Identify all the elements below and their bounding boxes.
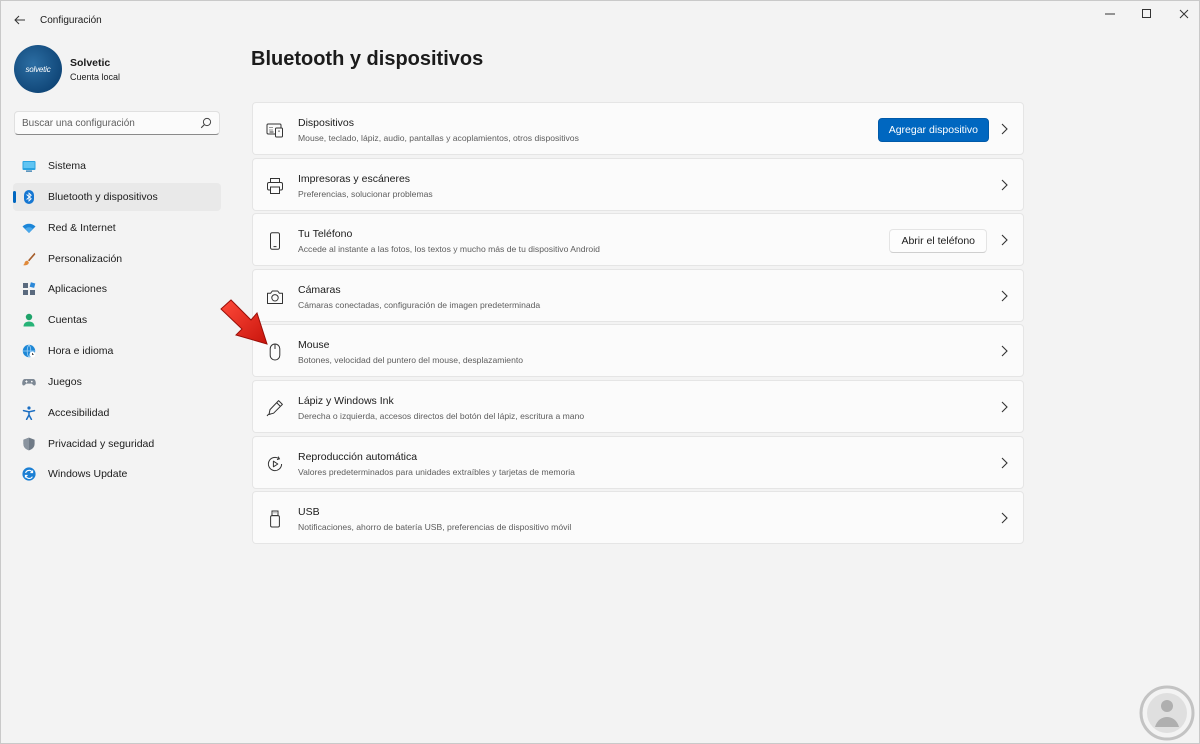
sidebar-item-cuentas[interactable]: Cuentas — [13, 306, 221, 334]
sidebar-item-aplicaciones[interactable]: Aplicaciones — [13, 275, 221, 303]
title-bar: Configuración — [1, 1, 1199, 39]
open-phone-button[interactable]: Abrir el teléfono — [889, 229, 987, 254]
card-tu-telefono[interactable]: Tu Teléfono Accede al instante a las fot… — [252, 213, 1024, 267]
card-impresoras[interactable]: Impresoras y escáneres Preferencias, sol… — [252, 157, 1024, 211]
sidebar-item-windows-update[interactable]: Windows Update — [13, 460, 221, 488]
card-title: Impresoras y escáneres — [298, 172, 411, 185]
chevron-right-icon — [1001, 290, 1008, 302]
devices-icon — [266, 123, 283, 138]
system-icon — [22, 161, 36, 172]
minimize-icon — [1105, 13, 1115, 15]
red-pointer-arrow-icon — [220, 299, 268, 345]
maximize-icon — [1142, 9, 1151, 18]
profile-name: Solvetic — [70, 57, 111, 69]
card-camaras[interactable]: Cámaras Cámaras conectadas, configuració… — [252, 268, 1024, 322]
watermark-logo-icon — [1139, 685, 1195, 741]
card-description: Cámaras conectadas, configuración de ima… — [298, 299, 541, 310]
sidebar-item-personalizacion[interactable]: Personalización — [13, 245, 221, 273]
sidebar-item-label: Sistema — [48, 160, 86, 172]
search-input[interactable] — [22, 115, 192, 131]
back-arrow-icon — [14, 15, 25, 25]
gamepad-icon — [22, 378, 36, 386]
close-button[interactable] — [1164, 1, 1200, 27]
update-icon — [22, 467, 36, 482]
card-title: Dispositivos — [298, 117, 355, 129]
sidebar-item-label: Hora e idioma — [48, 345, 114, 358]
card-description: Botones, velocidad del puntero del mouse… — [298, 355, 524, 366]
card-reproduccion-automatica[interactable]: Reproducción automática Valores predeter… — [252, 435, 1024, 489]
card-description: Accede al instante a las fotos, los text… — [298, 244, 600, 255]
maximize-button[interactable] — [1127, 1, 1167, 27]
minimize-button[interactable] — [1090, 1, 1130, 27]
chevron-right-icon — [1001, 179, 1008, 190]
phone-icon — [270, 232, 280, 250]
chevron-right-icon — [1001, 457, 1008, 468]
sidebar-item-sistema[interactable]: Sistema — [13, 152, 221, 180]
sidebar-item-label: Bluetooth y dispositivos — [48, 190, 158, 203]
card-description: Valores predeterminados para unidades ex… — [298, 466, 575, 477]
window-title: Configuración — [40, 15, 102, 26]
card-lapiz[interactable]: Lápiz y Windows Ink Derecha o izquierda,… — [252, 379, 1024, 433]
add-device-button[interactable]: Agregar dispositivo — [877, 118, 989, 142]
user-profile[interactable]: solvetic Solvetic Cuenta local — [13, 45, 223, 95]
wifi-icon — [22, 223, 36, 233]
card-mouse[interactable]: Mouse Botones, velocidad del puntero del… — [252, 324, 1024, 378]
card-title: Cámaras — [298, 283, 341, 296]
sidebar-item-accesibilidad[interactable]: Accesibilidad — [13, 399, 221, 427]
card-description: Derecha o izquierda, accesos directos de… — [298, 410, 585, 421]
chevron-right-icon — [1001, 345, 1008, 357]
brush-icon — [22, 252, 36, 265]
page-title: Bluetooth y dispositivos — [251, 48, 484, 70]
sidebar-item-label: Cuentas — [48, 314, 88, 327]
sidebar-item-label: Red & Internet — [48, 221, 116, 234]
chevron-right-icon — [1001, 512, 1008, 524]
sidebar-item-privacidad[interactable]: Privacidad y seguridad — [13, 430, 221, 458]
chevron-right-icon — [1001, 234, 1008, 246]
card-title: Reproducción automática — [298, 450, 418, 463]
sidebar-item-label: Privacidad y seguridad — [48, 437, 155, 450]
person-icon — [23, 314, 35, 327]
printer-icon — [267, 177, 283, 194]
sidebar-item-label: Personalización — [48, 252, 123, 265]
card-title: Lápiz y Windows Ink — [298, 394, 394, 407]
sidebar-item-label: Juegos — [48, 375, 82, 388]
card-dispositivos[interactable]: Dispositivos Mouse, teclado, lápiz, audi… — [252, 102, 1024, 155]
account-type: Cuenta local — [70, 72, 121, 82]
card-description: Preferencias, solucionar problemas — [298, 188, 433, 199]
bluetooth-icon — [24, 189, 34, 204]
sidebar-item-label: Aplicaciones — [48, 283, 107, 296]
close-icon — [1179, 9, 1189, 19]
card-title: Tu Teléfono — [298, 228, 353, 241]
chevron-right-icon — [1001, 401, 1008, 413]
sidebar-item-bluetooth[interactable]: Bluetooth y dispositivos — [13, 182, 221, 211]
sidebar-item-red-internet[interactable]: Red & Internet — [13, 214, 221, 242]
sidebar-nav: Sistema Bluetooth y dispositivos Red & I… — [13, 152, 221, 491]
sidebar-item-hora-idioma[interactable]: Hora e idioma — [13, 337, 221, 365]
card-usb[interactable]: USB Notificaciones, ahorro de batería US… — [252, 491, 1024, 545]
accessibility-icon — [22, 406, 36, 420]
chevron-right-icon — [1001, 123, 1008, 135]
card-description: Mouse, teclado, lápiz, audio, pantallas … — [298, 133, 579, 143]
sidebar-item-juegos[interactable]: Juegos — [13, 368, 221, 396]
shield-icon — [23, 437, 35, 450]
pen-icon — [266, 400, 283, 417]
back-button[interactable] — [9, 9, 31, 31]
globe-clock-icon — [22, 344, 36, 358]
search-icon[interactable] — [200, 117, 212, 129]
avatar: solvetic — [14, 45, 62, 93]
card-description: Notificaciones, ahorro de batería USB, p… — [298, 522, 572, 533]
settings-window: Configuración solvetic Solvetic Cuenta l… — [0, 0, 1200, 744]
apps-icon — [23, 282, 36, 296]
settings-list: Dispositivos Mouse, teclado, lápiz, audi… — [252, 102, 1024, 547]
card-title: USB — [298, 506, 320, 519]
card-title: Mouse — [298, 339, 330, 352]
avatar-logo-text: solvetic — [25, 64, 51, 74]
sidebar-item-label: Windows Update — [48, 468, 128, 481]
sidebar-item-label: Accesibilidad — [48, 406, 110, 419]
autoplay-icon — [267, 455, 283, 471]
search-box[interactable] — [14, 111, 220, 135]
usb-icon — [270, 510, 280, 528]
